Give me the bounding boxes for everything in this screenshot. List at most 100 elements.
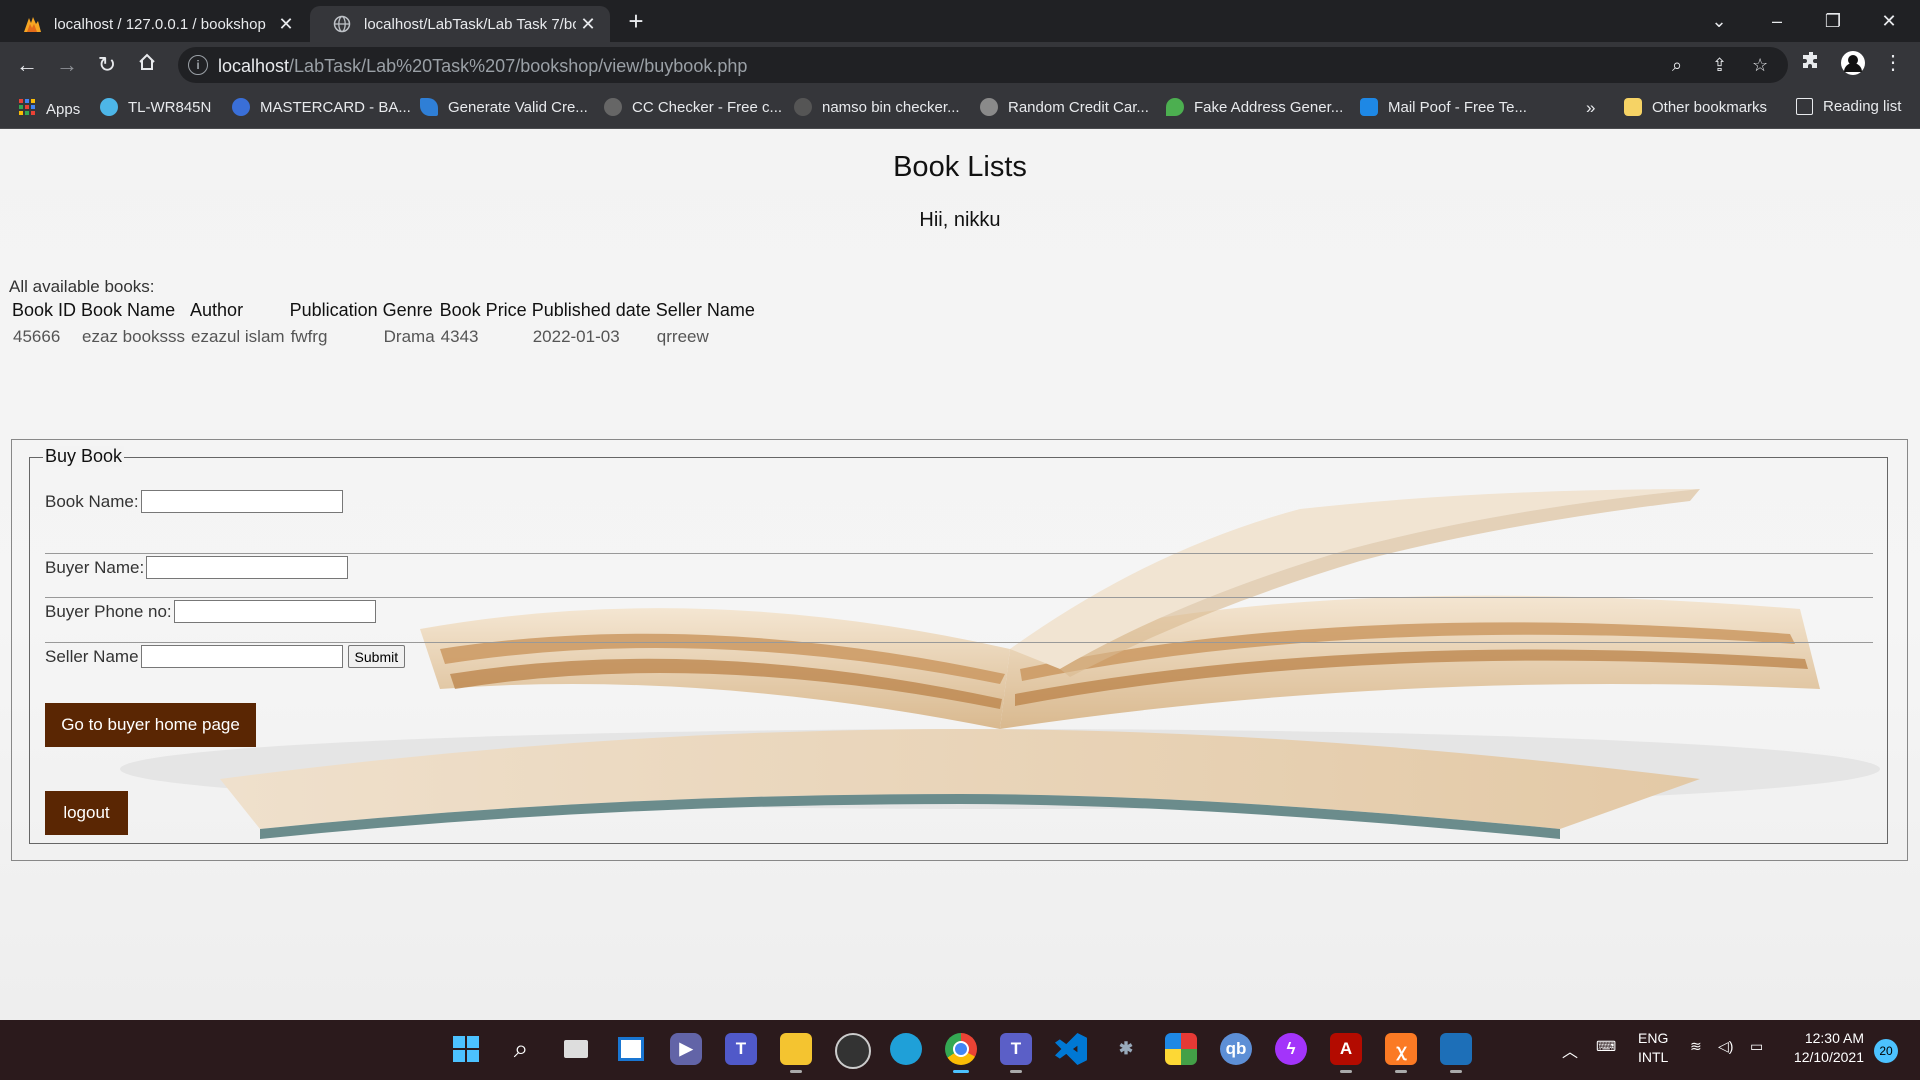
menu-icon[interactable]: ⋮ <box>1878 50 1908 75</box>
bookmark-generate-valid[interactable]: Generate Valid Cre... <box>420 98 588 116</box>
apps-grid-icon <box>18 98 36 120</box>
qbittorrent-icon[interactable]: qb <box>1220 1033 1252 1065</box>
acrobat-icon[interactable]: A <box>1330 1033 1362 1073</box>
bookmark-mail-poof[interactable]: Mail Poof - Free Te... <box>1360 98 1527 116</box>
buyer-name-row: Buyer Name: <box>45 556 349 579</box>
buyer-phone-input[interactable] <box>173 600 376 623</box>
close-window-button[interactable]: ✕ <box>1866 6 1912 36</box>
profile-avatar[interactable] <box>1838 50 1868 82</box>
bookmarks-bar: Apps TL-WR845N MASTERCARD - BA... Genera… <box>0 88 1920 129</box>
clock[interactable]: 12:30 AM 12/10/2021 <box>1788 1029 1864 1067</box>
close-tab-icon[interactable]: ✕ <box>274 14 298 35</box>
new-tab-button[interactable]: + <box>622 8 650 36</box>
battery-icon[interactable]: ▭ <box>1750 1038 1763 1055</box>
book-name-row: Book Name: <box>45 490 343 513</box>
windows-taskbar: ⌕ ▶ T T ✱ qb ϟ A ꭓ ︿ ⌨ ENG INTL ≋ ◁) ▭ 1… <box>0 1020 1920 1080</box>
extensions-icon[interactable] <box>1796 50 1826 76</box>
forward-icon[interactable]: → <box>52 50 82 80</box>
tab-search-icon[interactable]: ⌄ <box>1696 6 1742 36</box>
bookmark-star-icon[interactable]: ☆ <box>1752 55 1768 76</box>
buyer-name-input[interactable] <box>146 556 349 579</box>
zoom-icon[interactable]: ⌕ <box>1672 55 1682 76</box>
divider <box>45 597 1873 598</box>
reading-list-button[interactable]: Reading list <box>1796 98 1901 115</box>
bookmark-namso[interactable]: namso bin checker... <box>794 98 960 116</box>
buy-book-form: Buy Book Book Name: Buyer Name: Buyer Ph… <box>11 439 1908 861</box>
column-header: Genre <box>382 300 433 320</box>
column-header: Book Price <box>439 300 527 320</box>
restore-button[interactable]: ❐ <box>1810 6 1856 36</box>
close-tab-icon[interactable]: ✕ <box>576 14 600 35</box>
table-cell: fwfrg <box>290 327 328 346</box>
column-header: Seller Name <box>655 300 755 320</box>
column-header: Book ID <box>12 300 77 320</box>
bookmark-tl-wr845n[interactable]: TL-WR845N <box>100 98 211 116</box>
volume-icon[interactable]: ◁) <box>1718 1038 1733 1055</box>
buyer-home-button[interactable]: Go to buyer home page <box>45 703 256 747</box>
teams-work-icon[interactable]: T <box>1000 1033 1032 1073</box>
xampp-icon[interactable]: ꭓ <box>1385 1033 1417 1073</box>
b-icon <box>232 98 250 116</box>
column-header: Published date <box>531 300 651 320</box>
tab-strip: localhost / 127.0.0.1 / bookshop ✕ local… <box>0 0 1920 42</box>
site-info-icon[interactable]: i <box>188 55 208 75</box>
seller-name-input[interactable] <box>140 645 343 668</box>
bookmark-cc-checker[interactable]: CC Checker - Free c... <box>604 98 782 116</box>
book-name-label: Book Name: <box>45 491 139 511</box>
book-name-input[interactable] <box>140 490 343 513</box>
tray-overflow-icon[interactable]: ︿ <box>1562 1038 1578 1062</box>
bookmarks-overflow-button[interactable]: » <box>1586 98 1595 118</box>
table-row: 45666 ezaz booksss ezazul islam fwfrg Dr… <box>10 326 758 348</box>
widgets-icon[interactable] <box>615 1033 647 1065</box>
submit-button[interactable]: Submit <box>347 645 406 668</box>
back-icon[interactable]: ← <box>12 50 42 80</box>
windows-start-icon[interactable] <box>450 1033 482 1065</box>
url-text[interactable]: localhost/LabTask/Lab%20Task%207/booksho… <box>218 56 747 77</box>
tab-buybook[interactable]: localhost/LabTask/Lab Task 7/bo ✕ <box>310 6 610 42</box>
page-title: Book Lists <box>893 151 1027 183</box>
minimize-button[interactable]: – <box>1754 6 1800 36</box>
seller-name-row: Seller Name Submit <box>45 645 406 668</box>
edge-icon[interactable] <box>890 1033 922 1065</box>
divider <box>45 642 1873 643</box>
wifi-icon[interactable]: ≋ <box>1690 1038 1702 1055</box>
reload-icon[interactable]: ↻ <box>92 50 122 80</box>
notification-badge[interactable]: 20 <box>1874 1039 1898 1063</box>
bookmark-apps[interactable]: Apps <box>18 98 80 120</box>
chrome-icon[interactable] <box>945 1033 977 1073</box>
table-cell: qrreew <box>656 327 709 346</box>
home-icon[interactable] <box>132 50 162 80</box>
messenger-icon[interactable]: ϟ <box>1275 1033 1307 1065</box>
buyer-name-label: Buyer Name: <box>45 557 145 577</box>
task-view-icon[interactable] <box>560 1033 592 1065</box>
logout-button[interactable]: logout <box>45 791 128 835</box>
buy-book-fieldset: Buy Book Book Name: Buyer Name: Buyer Ph… <box>29 446 1888 844</box>
available-books-label: All available books: <box>9 277 155 296</box>
file-explorer-icon[interactable] <box>780 1033 812 1073</box>
colorful-app-icon[interactable] <box>1165 1033 1197 1065</box>
tplink-icon <box>100 98 118 116</box>
table-header-row: Book ID Book Name Author Publication Gen… <box>10 299 758 326</box>
bookmark-mastercard[interactable]: MASTERCARD - BA... <box>232 98 411 116</box>
bug-icon[interactable]: ✱ <box>1110 1033 1142 1065</box>
gear-icon <box>980 98 998 116</box>
teams-icon[interactable]: T <box>725 1033 757 1065</box>
table-cell: Drama <box>383 327 435 346</box>
tab-phpmyadmin[interactable]: localhost / 127.0.0.1 / bookshop ✕ <box>0 6 308 42</box>
keyboard-icon[interactable]: ⌨ <box>1596 1038 1616 1055</box>
fieldset-legend: Buy Book <box>43 446 125 467</box>
bookmark-random-credit[interactable]: Random Credit Car... <box>980 98 1149 116</box>
share-icon[interactable]: ⇪ <box>1712 55 1727 76</box>
globe-icon <box>332 14 352 34</box>
obs-icon[interactable] <box>835 1033 871 1069</box>
leaf-icon <box>420 98 438 116</box>
address-bar[interactable]: i localhost/LabTask/Lab%20Task%207/books… <box>178 47 1788 83</box>
vscode-icon[interactable] <box>1055 1033 1087 1065</box>
bookmark-fake-address[interactable]: Fake Address Gener... <box>1166 98 1343 116</box>
teams-chat-icon[interactable]: ▶ <box>670 1033 702 1065</box>
search-icon[interactable]: ⌕ <box>505 1033 537 1065</box>
bookmark-other[interactable]: Other bookmarks <box>1624 98 1767 116</box>
language-indicator[interactable]: ENG INTL <box>1638 1029 1668 1067</box>
cc-icon <box>604 98 622 116</box>
photos-icon[interactable] <box>1440 1033 1472 1073</box>
